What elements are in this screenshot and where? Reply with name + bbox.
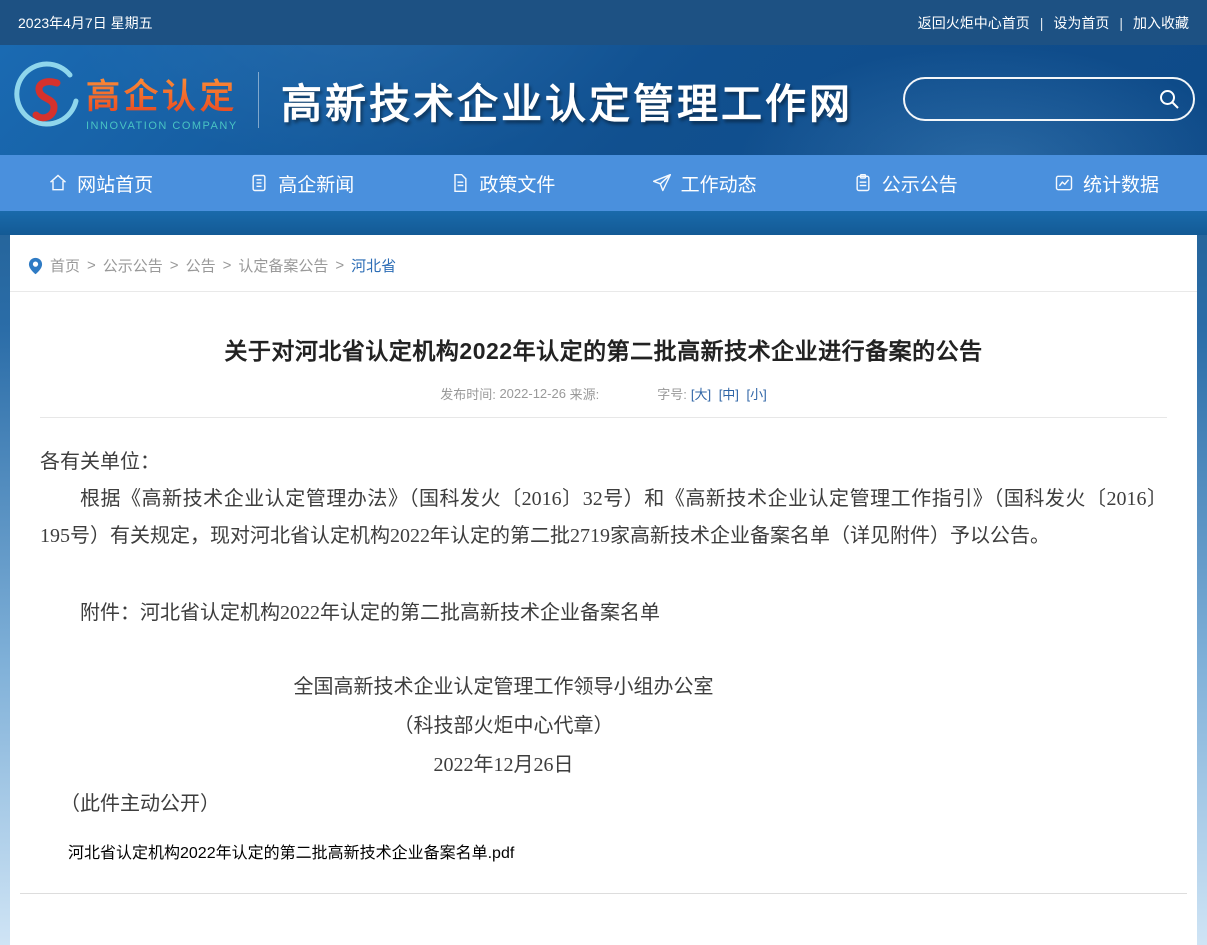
breadcrumb-separator: > [87,257,96,274]
link-torch-home[interactable]: 返回火炬中心首页 [918,15,1030,31]
crumb-notice[interactable]: 公告 [186,255,216,276]
topbar-separator: | [1040,15,1044,31]
fontsize-label: 字号: [657,384,687,403]
topbar-links: 返回火炬中心首页 | 设为首页 | 加入收藏 [918,13,1189,33]
search-box [903,77,1195,121]
logo-subtitle: INNOVATION COMPANY [86,120,238,132]
banner-divider [258,72,259,128]
bottom-divider [20,893,1187,894]
publish-date: 2022-12-26 [499,386,566,401]
nav-item-news[interactable]: 高企新闻 [201,155,402,211]
font-size-large-button[interactable]: [大] [691,387,711,402]
publish-time-label: 发布时间: [440,384,496,403]
link-set-homepage[interactable]: 设为首页 [1053,15,1109,31]
main-nav: 网站首页 高企新闻 政策文件 工作动态 公示公告 统计数据 [0,155,1207,211]
nav-item-label: 统计数据 [1083,170,1159,197]
article-title: 关于对河北省认定机构2022年认定的第二批高新技术企业进行备案的公告 [40,332,1167,366]
breadcrumb: 首页 > 公示公告 > 公告 > 认定备案公告 > 河北省 [10,235,1197,292]
crumb-hebei[interactable]: 河北省 [351,255,396,276]
attachment-line: 附件：河北省认定机构2022年认定的第二批高新技术企业备案名单 [40,595,1167,632]
news-icon [249,173,269,193]
nav-item-work-trends[interactable]: 工作动态 [604,155,805,211]
document-icon [450,173,470,193]
search-icon[interactable] [1157,87,1181,111]
nav-item-home[interactable]: 网站首页 [0,155,201,211]
crumb-home[interactable]: 首页 [50,255,80,276]
article: 关于对河北省认定机构2022年认定的第二批高新技术企业进行备案的公告 发布时间:… [10,332,1197,863]
signature-org: 全国高新技术企业认定管理工作领导小组办公室 [40,668,967,707]
document-body: 各有关单位： 根据《高新技术企业认定管理办法》（国科发火〔2016〕32号）和《… [40,444,1167,823]
font-size-controls: [大] [中] [小] [687,384,767,403]
nav-item-label: 网站首页 [77,170,153,197]
breadcrumb-separator: > [223,257,232,274]
logo-title: 高企认定 [86,69,238,118]
font-size-medium-button[interactable]: [中] [719,387,739,402]
crumb-announcements[interactable]: 公示公告 [103,255,163,276]
topbar-separator: | [1119,15,1123,31]
nav-item-statistics[interactable]: 统计数据 [1006,155,1207,211]
link-add-favorites[interactable]: 加入收藏 [1133,15,1189,31]
salutation: 各有关单位： [40,444,1167,481]
nav-item-label: 政策文件 [479,170,555,197]
source-label: 来源: [570,384,600,403]
breadcrumb-separator: > [335,257,344,274]
site-title: 高新技术企业认定管理工作网 [281,70,853,130]
disclosure-note: （此件主动公开） [40,786,1167,823]
signature-date: 2022年12月26日 [40,746,967,785]
meta-divider [40,417,1167,418]
nav-item-announcements[interactable]: 公示公告 [805,155,1006,211]
nav-item-label: 公示公告 [882,170,958,197]
chart-icon [1054,173,1074,193]
site-logo[interactable]: 高企认定 INNOVATION COMPANY [10,61,238,139]
breadcrumb-separator: > [170,257,179,274]
home-icon [48,173,68,193]
topbar: 2023年4月7日 星期五 返回火炬中心首页 | 设为首页 | 加入收藏 [0,0,1207,45]
main-paragraph: 根据《高新技术企业认定管理办法》（国科发火〔2016〕32号）和《高新技术企业认… [40,481,1167,555]
signature-seal: （科技部火炬中心代章） [40,707,967,746]
logo-icon [10,61,82,139]
nav-item-label: 高企新闻 [278,170,354,197]
paper-plane-icon [652,173,672,193]
nav-item-policy[interactable]: 政策文件 [402,155,603,211]
logo-text: 高企认定 INNOVATION COMPANY [86,69,238,132]
content-panel: 首页 > 公示公告 > 公告 > 认定备案公告 > 河北省 关于对河北省认定机构… [10,235,1197,945]
attachment-pdf-link[interactable]: 河北省认定机构2022年认定的第二批高新技术企业备案名单.pdf [68,839,514,863]
nav-bottom-strip [0,211,1207,235]
crumb-filing-notice[interactable]: 认定备案公告 [238,255,328,276]
header-banner: 高企认定 INNOVATION COMPANY 高新技术企业认定管理工作网 [0,45,1207,155]
clipboard-icon [853,173,873,193]
font-size-small-button[interactable]: [小] [747,387,767,402]
current-date: 2023年4月7日 星期五 [18,13,153,33]
article-meta: 发布时间: 2022-12-26 来源: 字号: [大] [中] [小] [40,384,1167,403]
search-input[interactable] [905,79,1157,119]
location-pin-icon [28,257,43,275]
signature-block: 全国高新技术企业认定管理工作领导小组办公室 （科技部火炬中心代章） 2022年1… [40,668,1167,785]
nav-item-label: 工作动态 [681,170,757,197]
